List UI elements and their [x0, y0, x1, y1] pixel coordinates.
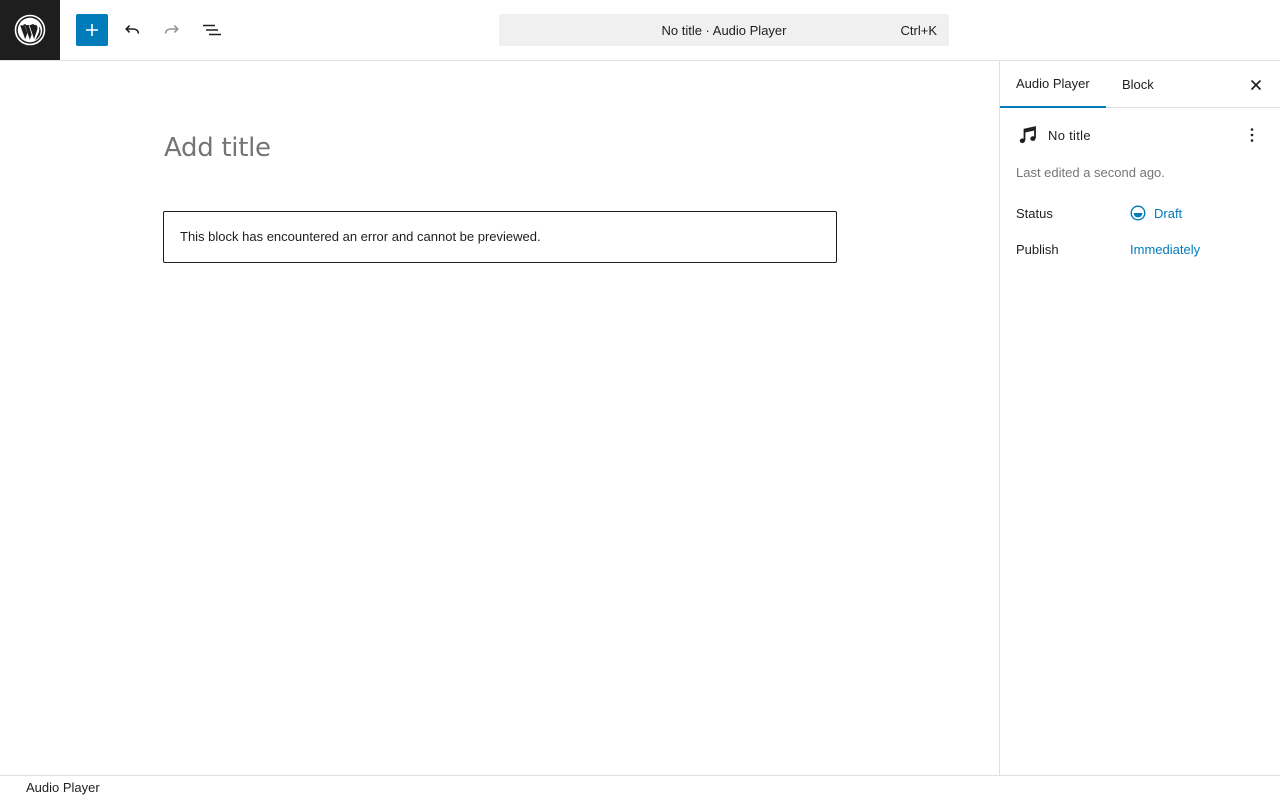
- tab-block[interactable]: Block: [1106, 61, 1170, 108]
- status-label: Status: [1016, 205, 1053, 221]
- block-inserter-button[interactable]: [76, 14, 108, 46]
- close-icon: [1250, 79, 1262, 91]
- editor-footer: Audio Player: [0, 775, 1280, 800]
- block-error-message: This block has encountered an error and …: [180, 229, 541, 244]
- draft-status-icon: [1130, 205, 1146, 221]
- plus-icon: [86, 24, 98, 36]
- block-breadcrumb[interactable]: Audio Player: [26, 780, 100, 795]
- block-error-notice[interactable]: This block has encountered an error and …: [163, 211, 837, 263]
- document-actions-button[interactable]: [1240, 123, 1264, 147]
- editor-canvas: Add title This block has encountered an …: [0, 61, 999, 775]
- document-overview-button[interactable]: [196, 14, 228, 46]
- status-row: Status Draft: [1016, 205, 1266, 221]
- status-toggle-button[interactable]: Draft: [1130, 205, 1182, 221]
- undo-button[interactable]: [116, 14, 148, 46]
- publish-row: Publish Immediately: [1016, 242, 1266, 257]
- undo-icon: [125, 25, 140, 34]
- wordpress-logo-icon: [14, 14, 46, 46]
- document-card-header: No title: [1016, 123, 1091, 147]
- tab-block-label: Block: [1122, 77, 1154, 92]
- publish-date-button[interactable]: Immediately: [1130, 242, 1200, 257]
- settings-sidebar: Audio Player Block No title Last edited …: [999, 61, 1280, 775]
- editor-header: No title · Audio Player Ctrl+K: [0, 0, 1280, 61]
- tab-audio-player[interactable]: Audio Player: [1000, 61, 1106, 108]
- status-value: Draft: [1154, 205, 1183, 221]
- wordpress-logo-button[interactable]: [0, 0, 60, 60]
- tab-audio-player-label: Audio Player: [1016, 76, 1090, 91]
- publish-label: Publish: [1016, 242, 1059, 257]
- close-settings-button[interactable]: [1244, 73, 1268, 97]
- command-bar-shortcut: Ctrl+K: [900, 23, 937, 38]
- redo-button[interactable]: [156, 14, 188, 46]
- command-palette-bar[interactable]: No title · Audio Player Ctrl+K: [499, 14, 949, 46]
- redo-icon: [164, 25, 179, 34]
- post-title-input[interactable]: Add title: [164, 133, 271, 163]
- more-vertical-icon: [1250, 128, 1254, 142]
- music-note-icon: [1016, 123, 1040, 147]
- last-edited-text: Last edited a second ago.: [1016, 165, 1165, 180]
- document-title: No title: [1048, 127, 1091, 143]
- command-bar-title: No title · Audio Player: [661, 22, 787, 38]
- sidebar-tabs: Audio Player Block: [1000, 61, 1280, 108]
- list-view-icon: [203, 24, 221, 36]
